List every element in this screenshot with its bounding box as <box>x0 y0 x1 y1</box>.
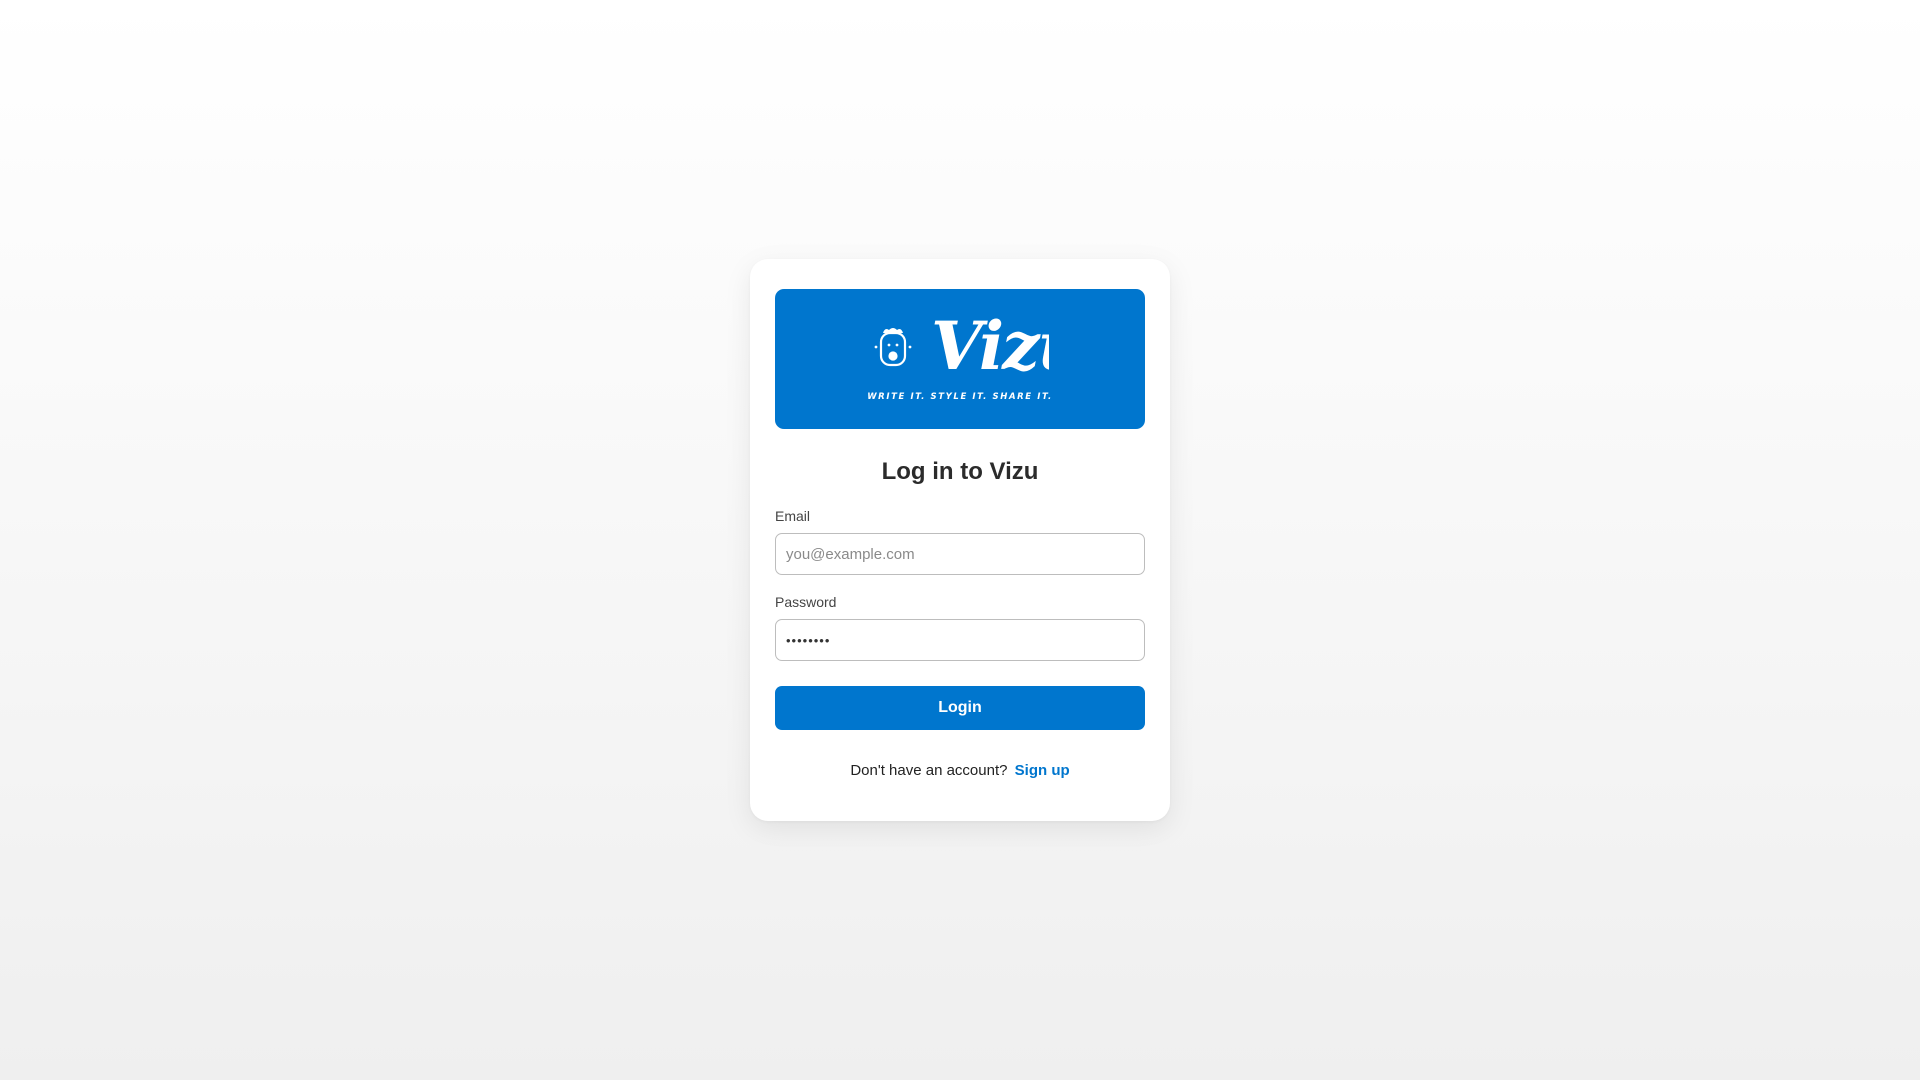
password-input[interactable] <box>775 619 1145 661</box>
mascot-icon <box>874 328 912 367</box>
login-button[interactable]: Login <box>775 686 1145 730</box>
signup-link[interactable]: Sign up <box>1015 762 1070 779</box>
brand-tagline: WRITE IT. STYLE IT. SHARE IT. <box>867 392 1053 402</box>
logo: Vizu <box>775 307 1145 385</box>
signup-prompt: Don't have an account? <box>850 762 1008 779</box>
email-input[interactable] <box>775 533 1145 575</box>
signup-row: Don't have an account? Sign up <box>775 762 1145 779</box>
password-label: Password <box>775 594 837 610</box>
email-label: Email <box>775 508 811 524</box>
brand-banner: Vizu WRITE IT. STYLE IT. SHARE IT. <box>775 289 1145 429</box>
wordmark-text: Vizu <box>931 307 1049 385</box>
login-card: Vizu WRITE IT. STYLE IT. SHARE IT. Log i… <box>750 259 1170 821</box>
vizu-wordmark: Vizu <box>931 307 1049 385</box>
page-title: Log in to Vizu <box>881 458 1039 485</box>
